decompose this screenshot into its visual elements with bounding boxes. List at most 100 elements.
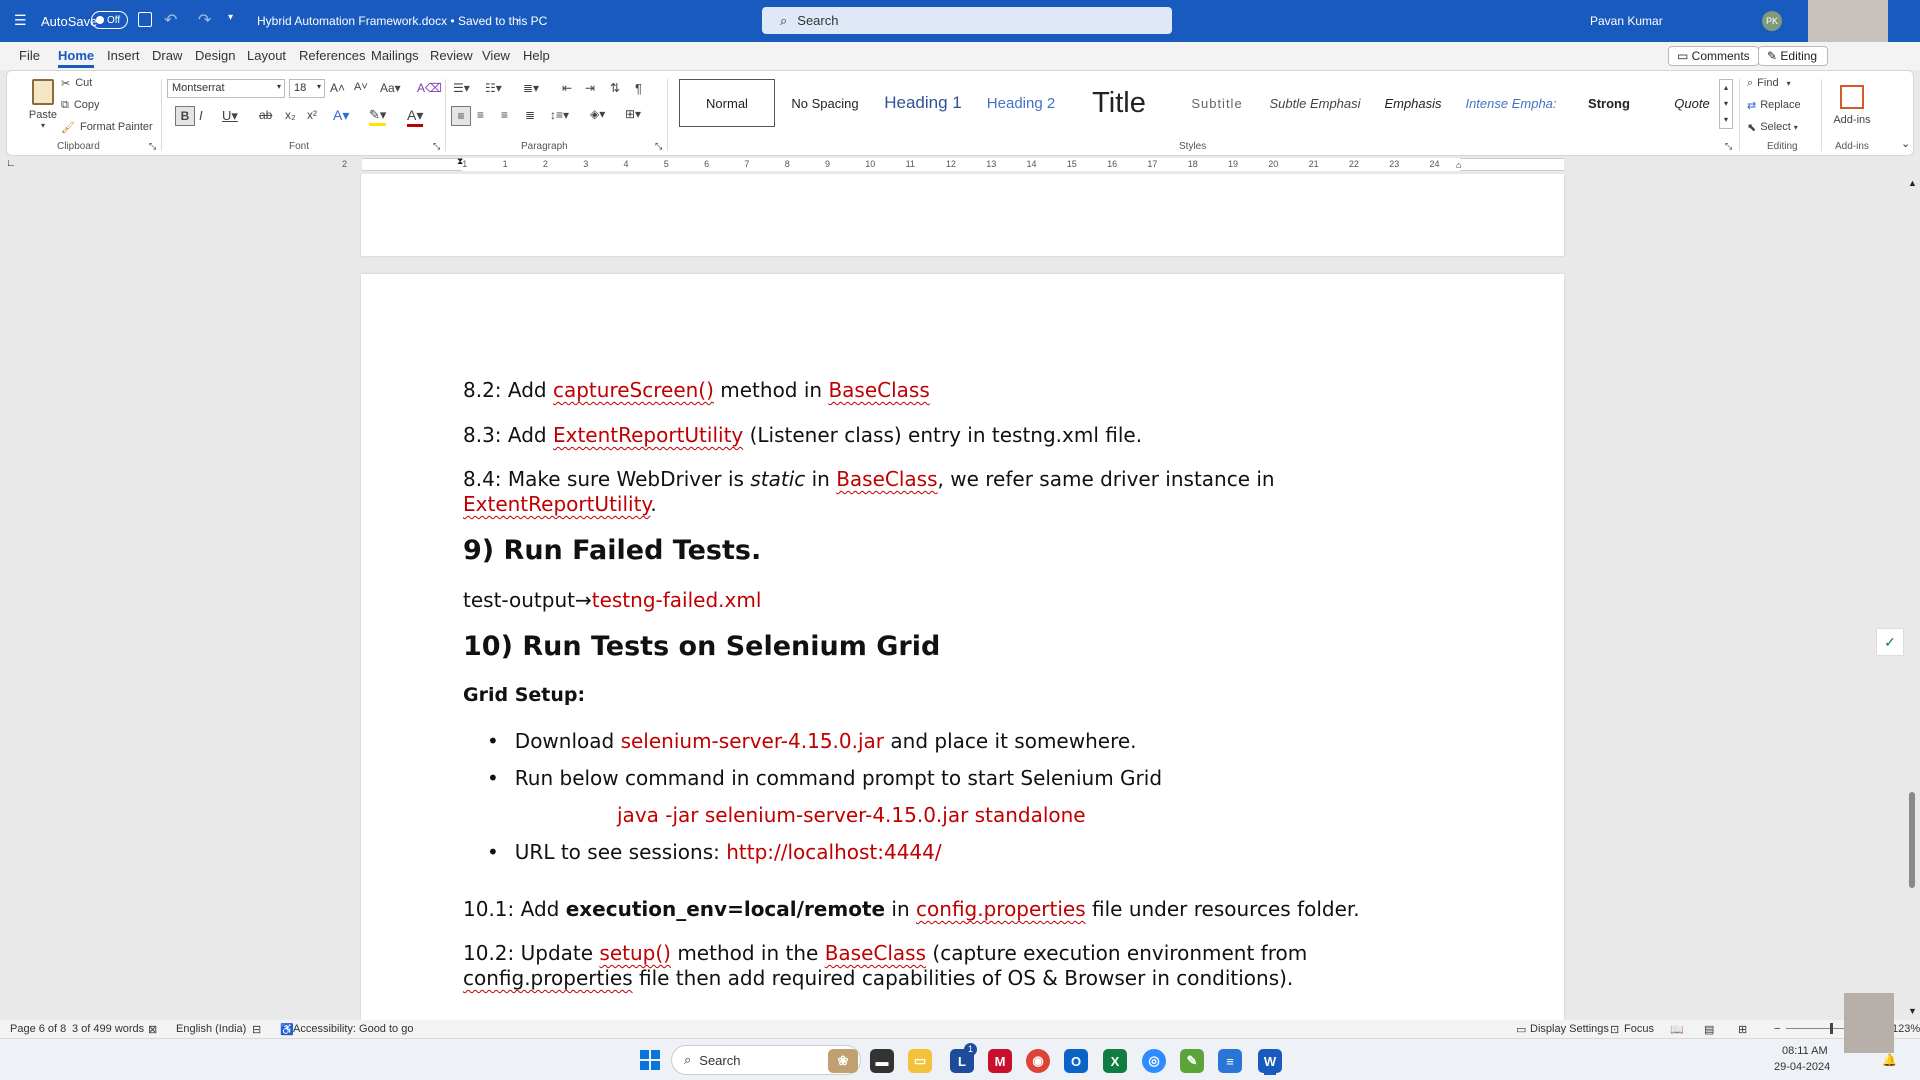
- zoom-app-icon[interactable]: ◎: [1142, 1049, 1166, 1073]
- font-size-select[interactable]: 18 ▾: [289, 79, 325, 98]
- addins-button[interactable]: Add-ins: [1827, 77, 1877, 133]
- tab-file[interactable]: File: [19, 48, 40, 63]
- style-title[interactable]: Title: [1071, 79, 1167, 127]
- save-icon[interactable]: [138, 12, 152, 27]
- text-effects-icon[interactable]: A▾: [333, 107, 349, 124]
- avatar[interactable]: PK: [1762, 11, 1782, 31]
- justify-icon[interactable]: ≣: [525, 108, 535, 122]
- font-name-select[interactable]: Montserrat ▾: [167, 79, 285, 98]
- checkmark-icon[interactable]: ✓: [1876, 628, 1904, 656]
- tab-home[interactable]: Home: [58, 48, 95, 68]
- grow-font-icon[interactable]: A˄: [330, 81, 345, 95]
- style-emphasis[interactable]: Emphasis: [1365, 79, 1461, 127]
- page-indicator[interactable]: Page 6 of 8: [10, 1023, 66, 1035]
- shading-icon[interactable]: ◈▾: [590, 107, 605, 121]
- tab-insert[interactable]: Insert: [107, 48, 140, 63]
- paste-button[interactable]: Paste ▾: [21, 75, 65, 133]
- subscript-button[interactable]: x₂: [285, 108, 296, 122]
- font-color-icon[interactable]: A▾: [407, 107, 424, 127]
- styles-launcher-icon[interactable]: ⤡: [1725, 141, 1732, 152]
- italic-button[interactable]: I: [199, 108, 203, 123]
- scroll-thumb[interactable]: [1909, 792, 1915, 888]
- increase-indent-icon[interactable]: ⇥: [585, 81, 595, 95]
- decrease-indent-icon[interactable]: ⇤: [562, 81, 572, 95]
- line-spacing-icon[interactable]: ↕≡▾: [550, 108, 569, 122]
- customize-toolbar-icon[interactable]: ▾: [228, 12, 233, 23]
- bold-button[interactable]: B: [175, 106, 195, 126]
- search-box[interactable]: ⌕ Search: [762, 7, 1172, 34]
- style-strong[interactable]: Strong: [1561, 79, 1657, 127]
- style-subtitle[interactable]: Subtitle: [1169, 79, 1265, 127]
- align-center-icon[interactable]: ≡: [477, 108, 484, 122]
- style-no-spacing[interactable]: No Spacing: [777, 79, 873, 127]
- tab-design[interactable]: Design: [195, 48, 235, 63]
- widgets-icon[interactable]: ❀: [828, 1049, 858, 1073]
- multilevel-list-icon[interactable]: ≣▾: [523, 81, 539, 95]
- sort-icon[interactable]: ⇅: [610, 81, 620, 95]
- web-layout-icon[interactable]: ⊞: [1738, 1023, 1747, 1036]
- style-subtle-emphasis[interactable]: Subtle Emphasi: [1267, 79, 1363, 127]
- tab-review[interactable]: Review: [430, 48, 473, 63]
- word-taskbar-icon[interactable]: W: [1258, 1049, 1282, 1073]
- redo-icon[interactable]: ↷: [198, 10, 211, 30]
- tab-draw[interactable]: Draw: [152, 48, 182, 63]
- align-right-icon[interactable]: ≡: [501, 108, 508, 122]
- borders-icon[interactable]: ⊞▾: [625, 107, 641, 121]
- print-layout-icon[interactable]: ▤: [1704, 1023, 1714, 1036]
- font-launcher-icon[interactable]: ⤡: [433, 141, 440, 152]
- tab-layout[interactable]: Layout: [247, 48, 286, 63]
- clock-time[interactable]: 08:11 AM: [1782, 1045, 1828, 1057]
- word-app-icon[interactable]: ☰: [14, 12, 27, 29]
- notepad-icon[interactable]: ≡: [1218, 1049, 1242, 1073]
- autosave-toggle[interactable]: Off: [91, 11, 128, 29]
- mcafee-icon[interactable]: M: [988, 1049, 1012, 1073]
- style-heading-1[interactable]: Heading 1: [875, 79, 971, 127]
- read-mode-icon[interactable]: 📖: [1670, 1023, 1684, 1036]
- underline-button[interactable]: U▾: [222, 108, 238, 124]
- outlook-icon[interactable]: O: [1064, 1049, 1088, 1073]
- style-quote[interactable]: Quote: [1659, 79, 1725, 127]
- chrome-icon[interactable]: ◉: [1026, 1049, 1050, 1073]
- accessibility-status[interactable]: Accessibility: Good to go: [293, 1023, 413, 1035]
- clipboard-launcher-icon[interactable]: ⤡: [149, 141, 156, 152]
- task-view-icon[interactable]: ▬: [870, 1049, 894, 1073]
- title-chevron-icon[interactable]: ⌄: [514, 13, 522, 24]
- change-case-icon[interactable]: Aa▾: [380, 81, 401, 95]
- style-heading-2[interactable]: Heading 2: [973, 79, 1069, 127]
- paragraph-launcher-icon[interactable]: ⤡: [655, 141, 662, 152]
- styles-scroll[interactable]: ▴ ▾ ▾: [1719, 79, 1733, 129]
- tab-references[interactable]: References: [299, 48, 365, 63]
- indent-marker-icon[interactable]: ⧗: [457, 156, 463, 167]
- vertical-scrollbar[interactable]: ▲ ▼: [1904, 174, 1920, 1020]
- undo-icon[interactable]: ↶: [164, 10, 177, 30]
- clear-formatting-icon[interactable]: A⌫: [417, 81, 442, 95]
- align-left-icon[interactable]: ≡: [451, 106, 471, 126]
- paint-icon[interactable]: ✎: [1180, 1049, 1204, 1073]
- excel-icon[interactable]: X: [1103, 1049, 1127, 1073]
- find-button[interactable]: ⌕ Find ▾: [1747, 75, 1791, 91]
- style-normal[interactable]: Normal: [679, 79, 775, 127]
- document-title[interactable]: Hybrid Automation Framework.docx • Saved…: [257, 14, 547, 28]
- highlight-icon[interactable]: ✎▾: [369, 107, 387, 126]
- right-indent-icon[interactable]: ⌂: [1456, 160, 1461, 170]
- text-predictions-icon[interactable]: ⊟: [252, 1023, 261, 1036]
- focus-button[interactable]: Focus: [1624, 1023, 1654, 1035]
- comments-button[interactable]: ▭ Comments: [1668, 46, 1759, 66]
- tab-mailings[interactable]: Mailings: [371, 48, 419, 63]
- shrink-font-icon[interactable]: A˅: [354, 81, 368, 93]
- format-painter-button[interactable]: 🖌 Format Painter: [61, 119, 153, 135]
- bullets-icon[interactable]: ☰▾: [453, 81, 470, 95]
- collapse-ribbon-icon[interactable]: ⌄: [1901, 137, 1910, 150]
- style-intense-emphasis[interactable]: Intense Empha:: [1463, 79, 1559, 127]
- zoom-out-icon[interactable]: −: [1774, 1023, 1780, 1035]
- replace-button[interactable]: ⇄ Replace: [1747, 97, 1801, 113]
- zoom-level[interactable]: 123%: [1892, 1023, 1920, 1035]
- user-name[interactable]: Pavan Kumar: [1590, 14, 1663, 28]
- file-explorer-icon[interactable]: ▭: [908, 1049, 932, 1073]
- tab-view[interactable]: View: [482, 48, 510, 63]
- display-settings-button[interactable]: Display Settings: [1530, 1023, 1609, 1035]
- tab-help[interactable]: Help: [523, 48, 550, 63]
- strikethrough-button[interactable]: ab: [259, 108, 272, 122]
- show-formatting-icon[interactable]: ¶: [635, 81, 642, 96]
- current-page[interactable]: 8.2: Add captureScreen() method in BaseC…: [361, 274, 1564, 1020]
